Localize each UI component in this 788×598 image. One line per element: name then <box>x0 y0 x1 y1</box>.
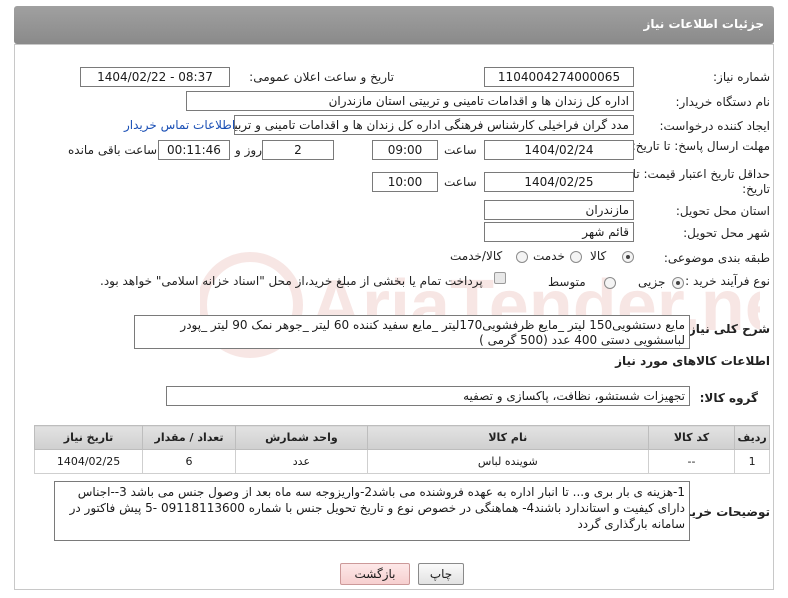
need-number-field: 1104004274000065 <box>484 67 634 87</box>
cell-code: -- <box>647 449 736 474</box>
price-date-field: 1404/02/25 <box>484 172 634 192</box>
province-field: مازندران <box>484 200 634 220</box>
announce-datetime-label: تاریخ و ساعت اعلان عمومی: <box>249 70 394 84</box>
purchase-type-label: نوع فرآیند خرید : <box>685 274 770 288</box>
purchase-medium-label: متوسط <box>548 275 586 289</box>
category-goods-service-radio[interactable] <box>516 251 528 263</box>
reply-deadline-label: مهلت ارسال پاسخ: تا تاریخ: <box>631 139 770 153</box>
category-goods-service-label: کالا/خدمت <box>450 249 503 263</box>
reply-hour-label: ساعت <box>444 143 477 157</box>
requester-field: مدد گران فراخیلی کارشناس فرهنگی اداره کل… <box>234 115 634 135</box>
remaining-label: ساعت باقی مانده <box>68 143 158 157</box>
cell-name: شوینده لباس <box>366 449 649 474</box>
days-and-label: روز و <box>235 143 262 157</box>
remaining-time-field: 00:11:46 <box>158 140 230 160</box>
price-time-field: 10:00 <box>372 172 438 192</box>
col-name-header: نام کالا <box>366 425 649 450</box>
cell-date: 1404/02/25 <box>33 449 144 474</box>
purchase-partial-label: جزیی <box>638 275 666 289</box>
cell-unit: عدد <box>235 449 368 474</box>
goods-table: ردیف کد کالا نام کالا واحد شمارش تعداد /… <box>33 425 770 474</box>
header-bar: جزئیات اطلاعات نیاز <box>14 6 774 44</box>
page-title: جزئیات اطلاعات نیاز <box>643 17 764 31</box>
reply-date-field: 1404/02/24 <box>484 140 634 160</box>
price-validity-label: حداقل تاریخ اعتبار قیمت: تا تاریخ: <box>632 167 770 196</box>
treasury-checkbox[interactable] <box>494 272 506 284</box>
goods-info-heading: اطلاعات کالاهای مورد نیاز <box>615 354 770 368</box>
purchase-medium-radio[interactable] <box>604 277 616 289</box>
print-button[interactable]: چاپ <box>418 563 464 585</box>
back-button[interactable]: بازگشت <box>340 563 410 585</box>
table-header-row: ردیف کد کالا نام کالا واحد شمارش تعداد /… <box>33 425 770 450</box>
goods-group-label: گروه کالا: <box>699 391 758 405</box>
category-goods-label: کالا <box>590 249 607 263</box>
need-number-label: شماره نیاز: <box>713 70 770 84</box>
category-service-label: خدمت <box>533 249 565 263</box>
table-row[interactable]: 1 -- شوینده لباس عدد 6 1404/02/25 <box>33 449 770 474</box>
col-code-header: کد کالا <box>647 425 736 450</box>
cell-row: 1 <box>734 449 770 474</box>
col-unit-header: واحد شمارش <box>235 425 368 450</box>
goods-group-field: تجهیزات شستشو، نظافت، پاکسازی و تصفیه <box>166 386 690 406</box>
treasury-note: پرداخت تمام یا بخشی از مبلغ خرید،از محل … <box>100 274 483 288</box>
buyer-org-label: نام دستگاه خریدار: <box>675 95 771 109</box>
requester-label: ایجاد کننده درخواست: <box>659 119 770 133</box>
days-field: 2 <box>262 140 334 160</box>
col-row-header: ردیف <box>734 425 770 450</box>
col-date-header: تاریخ نیاز <box>33 425 144 450</box>
buyer-notes-textarea[interactable]: 1-هزینه ی بار بری و... تا انبار اداره به… <box>54 481 690 541</box>
city-label: شهر محل تحویل: <box>683 226 770 240</box>
reply-time-field: 09:00 <box>372 140 438 160</box>
announce-datetime-field: 1404/02/22 - 08:37 <box>80 67 230 87</box>
general-description-label: شرح کلی نیاز: <box>684 322 770 336</box>
cell-quantity: 6 <box>142 449 236 474</box>
purchase-partial-radio[interactable] <box>672 277 684 289</box>
buyer-contact-link[interactable]: اطلاعات تماس خریدار <box>124 118 235 132</box>
col-quantity-header: تعداد / مقدار <box>142 425 236 450</box>
category-goods-radio[interactable] <box>622 251 634 263</box>
category-service-radio[interactable] <box>570 251 582 263</box>
price-hour-label: ساعت <box>444 175 477 189</box>
buyer-org-field: اداره کل زندان ها و اقدامات تامینی و ترب… <box>186 91 634 111</box>
general-description-textarea[interactable]: مایع دستشویی150 لیتر _مایع ظرفشویی170لیت… <box>134 315 690 349</box>
city-field: قائم شهر <box>484 222 634 242</box>
category-label: طبقه بندی موضوعی: <box>663 251 770 265</box>
province-label: استان محل تحویل: <box>675 204 770 218</box>
